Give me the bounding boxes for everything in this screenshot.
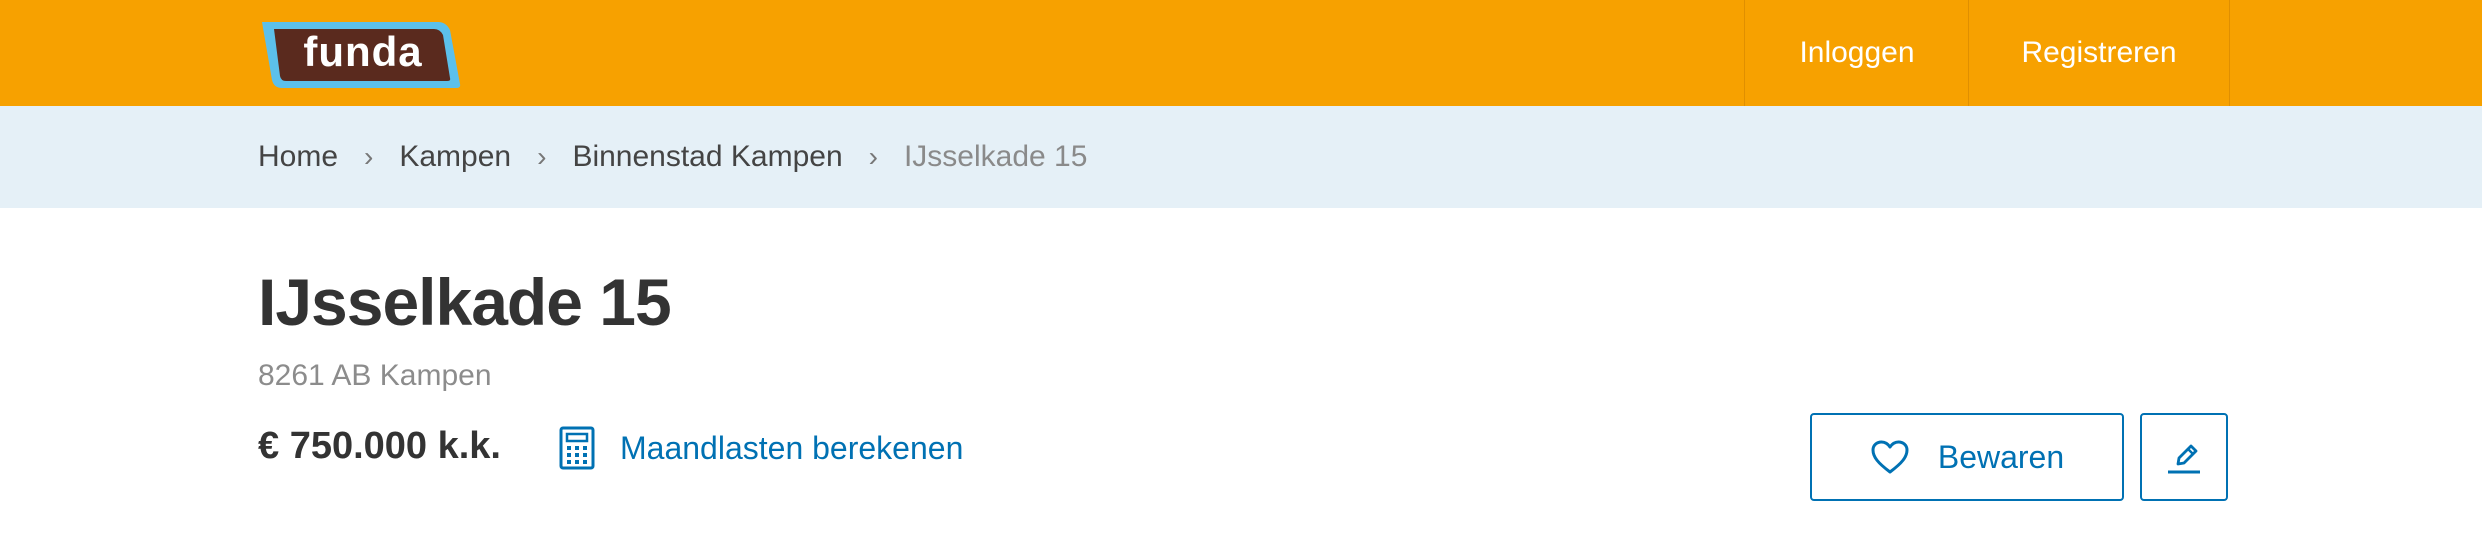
- breadcrumb-current: IJsselkade 15: [903, 140, 1088, 173]
- funda-logo[interactable]: funda: [258, 16, 464, 92]
- breadcrumb-home[interactable]: Home: [258, 140, 338, 174]
- page-title: IJsselkade 15: [258, 265, 672, 339]
- breadcrumb-city[interactable]: Kampen: [399, 140, 511, 174]
- register-link[interactable]: Registreren: [1968, 0, 2230, 106]
- save-button[interactable]: Bewaren: [1810, 413, 2124, 501]
- listing-price: € 750.000 k.k.: [258, 425, 501, 467]
- edit-note-button[interactable]: [2140, 413, 2228, 501]
- breadcrumb-neighbourhood[interactable]: Binnenstad Kampen: [572, 140, 842, 174]
- breadcrumb-separator: ›: [868, 141, 878, 172]
- pencil-icon: [2168, 444, 2200, 474]
- listing-address: 8261 AB Kampen: [258, 359, 492, 392]
- breadcrumb-separator: ›: [364, 141, 374, 172]
- breadcrumb: Home › Kampen › Binnenstad Kampen › IJss…: [258, 106, 1087, 208]
- top-navigation-bar: funda Inloggen Registreren: [0, 0, 2482, 106]
- breadcrumb-bar: Home › Kampen › Binnenstad Kampen › IJss…: [0, 106, 2482, 208]
- calculator-icon: [559, 426, 595, 470]
- monthly-costs-link[interactable]: Maandlasten berekenen: [558, 424, 963, 472]
- monthly-costs-label: Maandlasten berekenen: [620, 429, 964, 466]
- login-link[interactable]: Inloggen: [1744, 0, 1969, 106]
- heart-icon: [1871, 440, 1909, 474]
- logo-wordmark: funda: [303, 28, 423, 75]
- save-button-label: Bewaren: [1937, 438, 2065, 475]
- breadcrumb-separator: ›: [537, 141, 547, 172]
